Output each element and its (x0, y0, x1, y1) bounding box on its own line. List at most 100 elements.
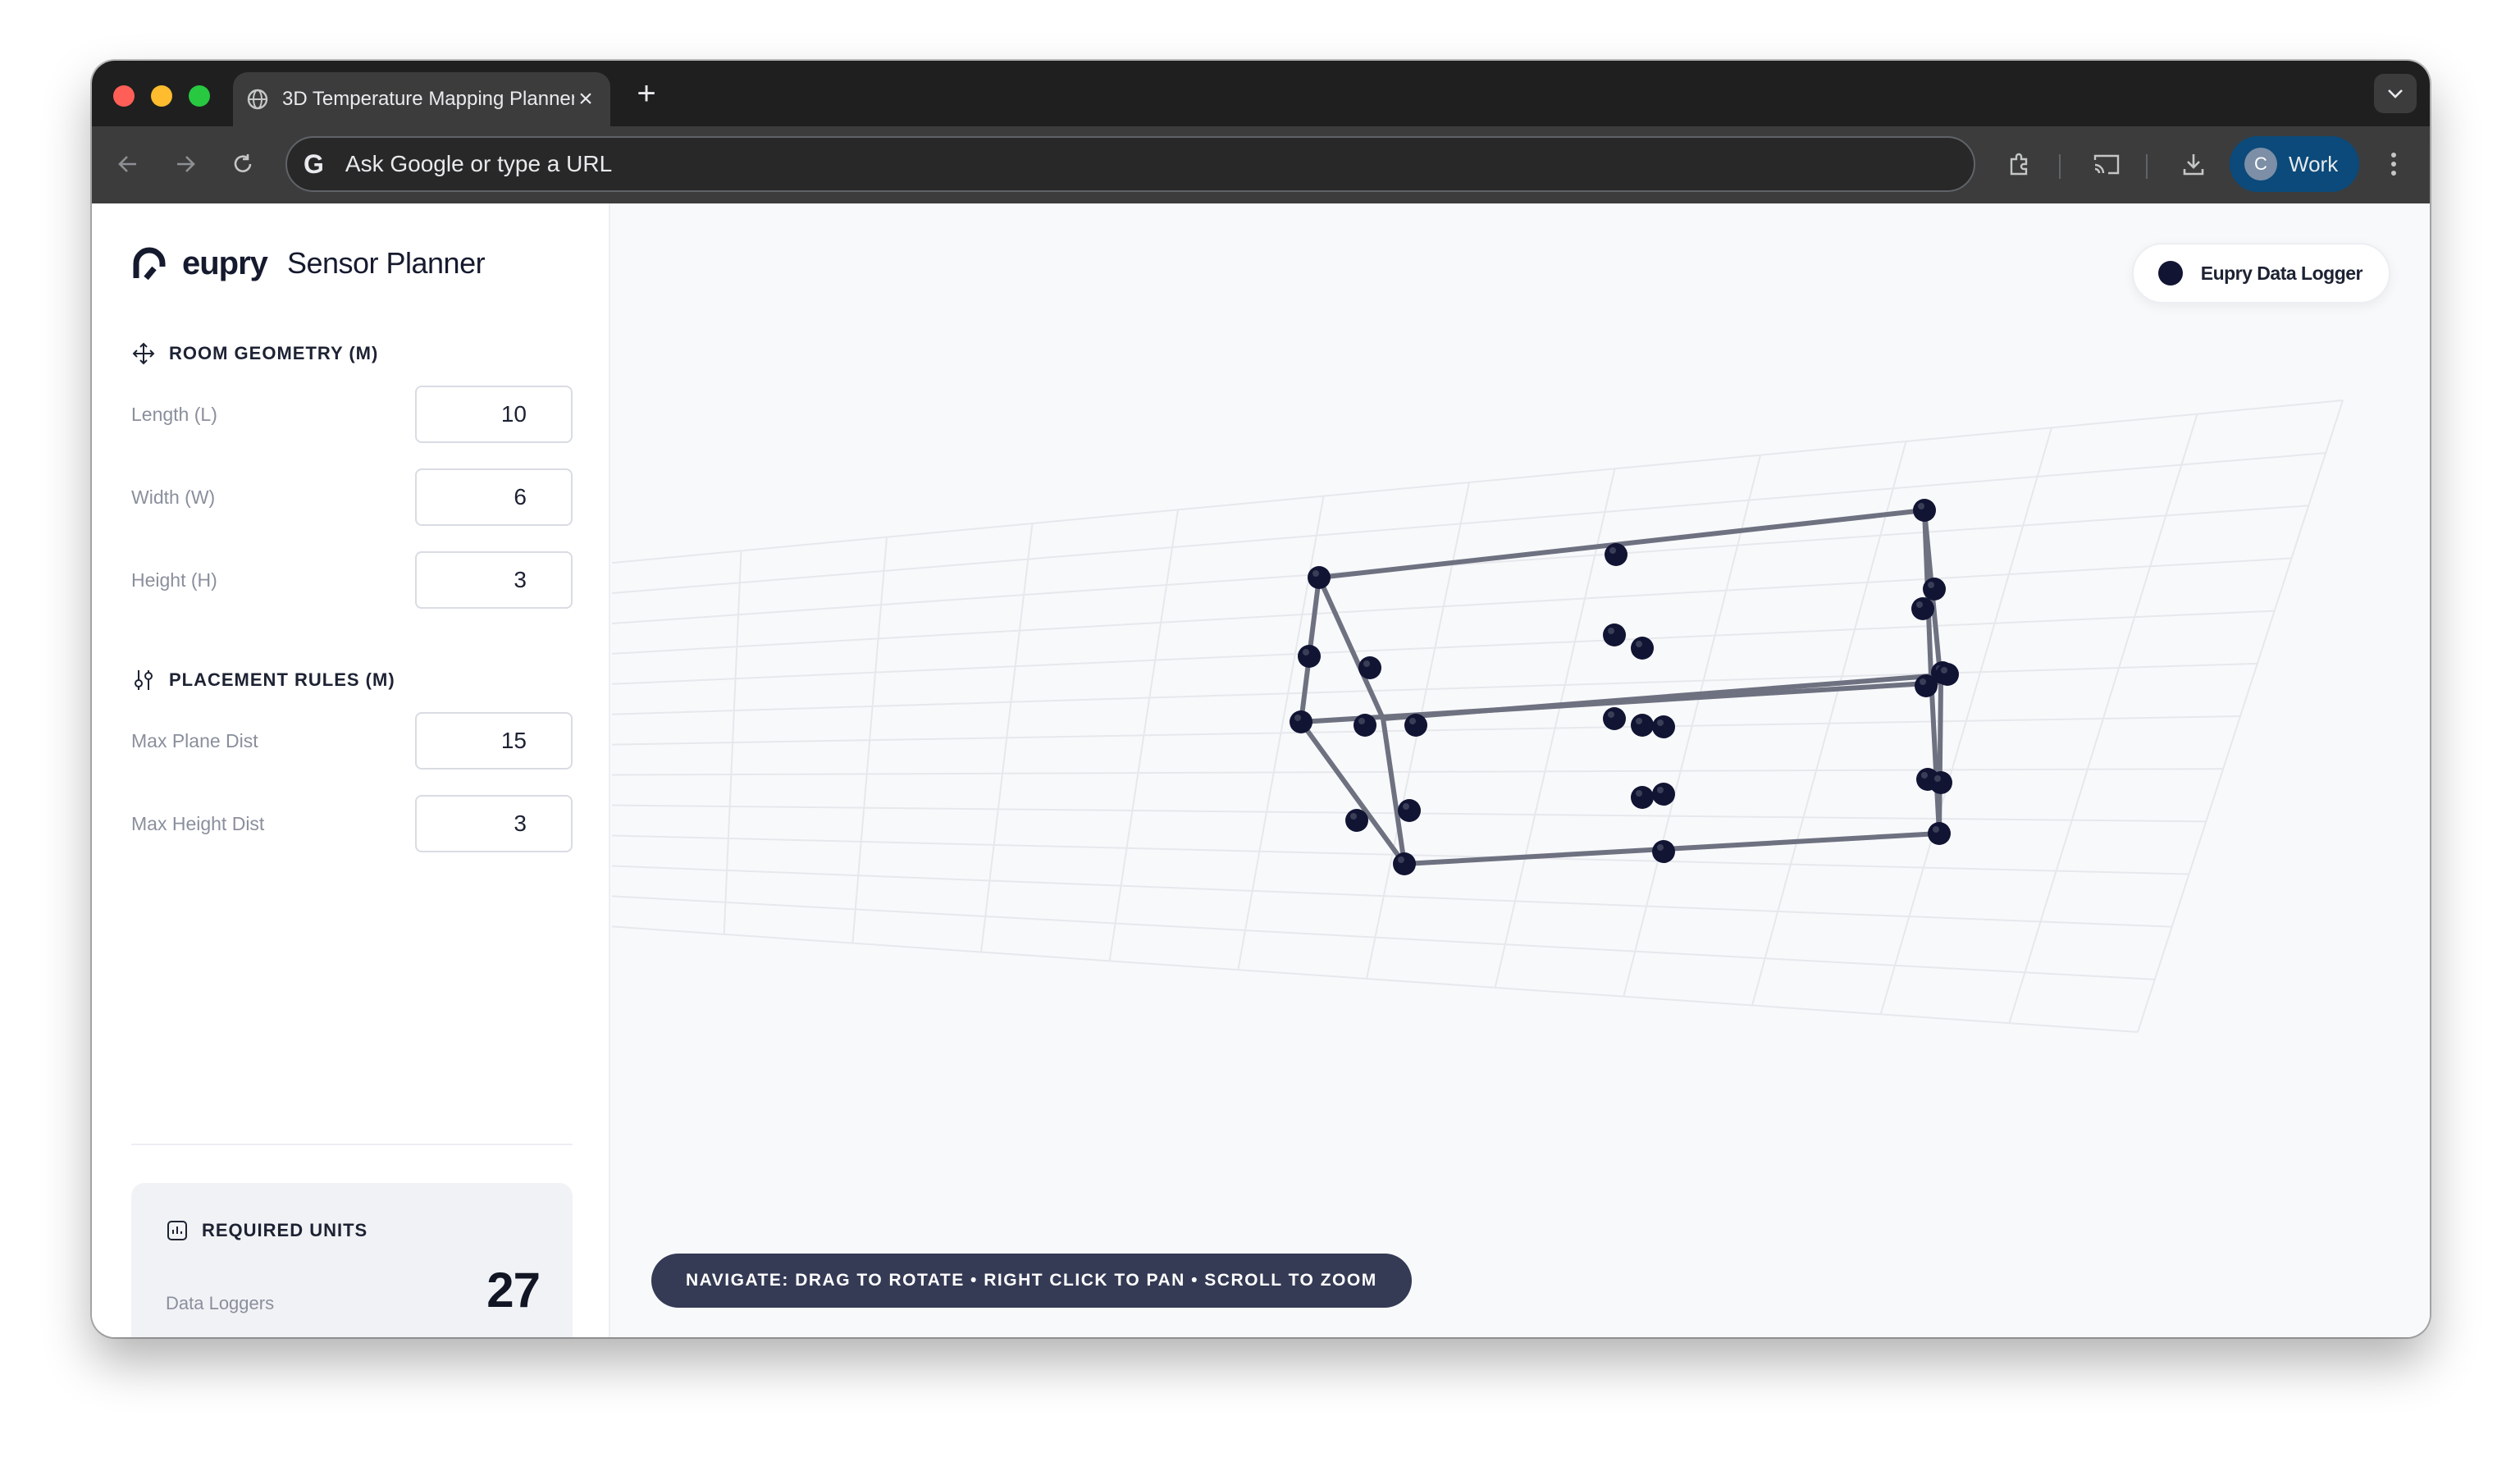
sidebar: eupry Sensor Planner ROOM GEOMETRY (M) L… (92, 203, 610, 1337)
sensor-highlight (1312, 570, 1319, 577)
placement-rules-heading: PLACEMENT RULES (M) (131, 668, 395, 692)
google-icon: G (304, 148, 324, 179)
reload-icon (234, 154, 252, 172)
sensor-marker[interactable] (1913, 499, 1936, 522)
tab-close-icon[interactable]: × (574, 85, 597, 113)
sensor-marker[interactable] (1652, 840, 1675, 863)
sensor-marker[interactable] (1290, 710, 1312, 733)
sensor-marker[interactable] (1631, 637, 1654, 660)
navigation-hint: NAVIGATE: DRAG TO ROTATE • RIGHT CLICK T… (651, 1254, 1412, 1308)
puzzle-icon (2010, 153, 2028, 176)
brand: eupry Sensor Planner (131, 243, 486, 284)
grid-line (2008, 413, 2198, 1024)
legend-marker (2157, 261, 2183, 285)
grid-line (612, 662, 2258, 715)
bar-chart-icon (167, 1221, 187, 1240)
sensor-marker[interactable] (1929, 771, 1952, 794)
forward-button[interactable] (167, 146, 203, 182)
sidebar-divider (131, 1144, 573, 1145)
sensor-highlight (1398, 856, 1404, 863)
sensor-marker[interactable] (1923, 578, 1946, 601)
room-edge (1317, 508, 1927, 580)
required-units-heading-text: REQUIRED UNITS (202, 1220, 368, 1240)
max-plane-dist-row: Max Plane Dist (131, 712, 573, 770)
browser-menu-button[interactable] (2376, 146, 2412, 182)
required-units-heading: REQUIRED UNITS (166, 1219, 368, 1242)
sensor-highlight (1657, 844, 1664, 851)
maximize-window-button[interactable] (189, 85, 210, 107)
grid-line (612, 768, 2224, 776)
sensor-highlight (1363, 660, 1370, 667)
3d-viewport[interactable]: Eupry Data Logger NAVIGATE: DRAG TO ROTA… (612, 203, 2430, 1337)
tab-strip: 3D Temperature Mapping Planner × + (92, 61, 2430, 126)
height-label: Height (H) (131, 569, 217, 591)
minimize-window-button[interactable] (151, 85, 172, 107)
arrow-left-icon (118, 156, 136, 172)
sensor-marker[interactable] (1298, 645, 1321, 668)
sensor-highlight (1657, 719, 1664, 726)
length-input[interactable] (415, 386, 573, 443)
browser-tab[interactable]: 3D Temperature Mapping Planner × (233, 72, 610, 126)
room-geometry-heading-text: ROOM GEOMETRY (M) (169, 343, 379, 363)
reload-button[interactable] (225, 146, 261, 182)
sensor-marker[interactable] (1936, 663, 1959, 686)
sensor-marker[interactable] (1398, 799, 1421, 822)
grid-line (612, 865, 2172, 928)
download-icon (2183, 154, 2204, 176)
sensor-marker[interactable] (1345, 809, 1368, 832)
width-input[interactable] (415, 468, 573, 526)
back-button[interactable] (110, 146, 146, 182)
sensor-marker[interactable] (1911, 597, 1934, 620)
eupry-logo-icon (133, 247, 166, 281)
height-input[interactable] (415, 551, 573, 609)
sensor-highlight (1636, 718, 1642, 724)
tab-search-button[interactable] (2374, 74, 2417, 113)
grid-line (612, 610, 2275, 685)
grid-line (1879, 427, 2052, 1015)
width-label: Width (W) (131, 486, 216, 508)
sensor-highlight (1403, 803, 1409, 810)
sensor-highlight (1636, 790, 1642, 797)
grid-line (2137, 400, 2344, 1033)
sensor-marker[interactable] (1631, 786, 1654, 809)
navigation-hint-text: NAVIGATE: DRAG TO ROTATE • RIGHT CLICK T… (686, 1271, 1377, 1290)
sensor-highlight (1921, 772, 1928, 779)
toolbar-separator (2059, 154, 2061, 179)
arrow-right-icon (177, 156, 195, 172)
sensor-marker[interactable] (1603, 623, 1626, 646)
chevron-down-icon (2388, 89, 2403, 98)
data-loggers-label: Data Loggers (166, 1293, 275, 1313)
height-field-row: Height (H) (131, 551, 573, 609)
sensor-highlight (1933, 826, 1939, 833)
sensor-highlight (1358, 718, 1365, 724)
sensor-highlight (1657, 787, 1664, 793)
room-scene[interactable] (612, 203, 2430, 1337)
sensor-marker[interactable] (1915, 674, 1938, 697)
sensor-marker[interactable] (1652, 715, 1675, 738)
sensor-marker[interactable] (1603, 707, 1626, 730)
legend-label: Eupry Data Logger (2200, 262, 2363, 284)
sensor-highlight (1934, 775, 1941, 782)
sensor-marker[interactable] (1652, 783, 1675, 806)
downloads-button[interactable] (2175, 146, 2212, 182)
sensor-marker[interactable] (1393, 852, 1416, 875)
sensor-marker[interactable] (1605, 543, 1628, 566)
sensor-marker[interactable] (1631, 714, 1654, 737)
sensor-highlight (1409, 718, 1416, 724)
extensions-button[interactable] (2002, 146, 2038, 182)
length-label: Length (L) (131, 403, 217, 425)
close-window-button[interactable] (113, 85, 135, 107)
address-bar[interactable]: G Ask Google or type a URL (285, 136, 1975, 192)
sensor-marker[interactable] (1928, 822, 1951, 845)
sensor-marker[interactable] (1404, 714, 1427, 737)
address-placeholder: Ask Google or type a URL (345, 151, 613, 176)
cast-icon (2093, 154, 2120, 175)
max-plane-dist-input[interactable] (415, 712, 573, 770)
cast-button[interactable] (2089, 146, 2125, 182)
sensor-marker[interactable] (1308, 566, 1331, 589)
max-height-dist-input[interactable] (415, 795, 573, 852)
sensor-marker[interactable] (1358, 656, 1381, 679)
profile-button[interactable]: C Work (2230, 136, 2359, 192)
sensor-marker[interactable] (1354, 714, 1376, 737)
new-tab-button[interactable]: + (628, 75, 664, 112)
